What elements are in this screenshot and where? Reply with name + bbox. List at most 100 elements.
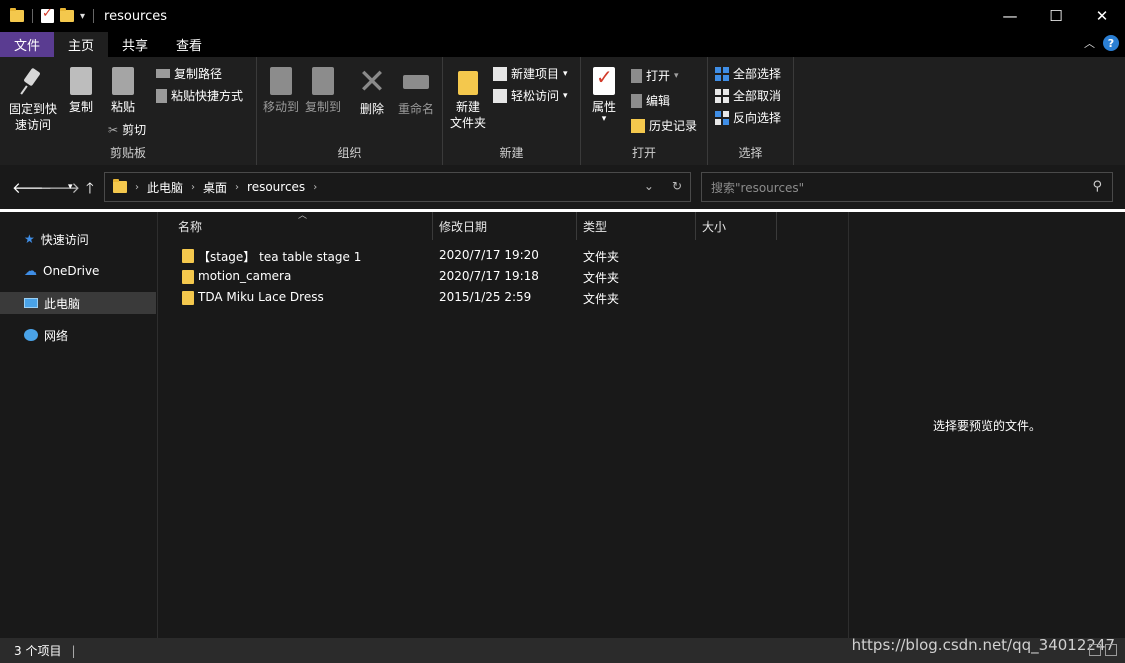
new-item-icon <box>493 66 507 81</box>
sidebar-item-network[interactable]: 网络 <box>0 324 156 346</box>
new-folder-button[interactable]: 新建 文件夹 <box>449 67 487 131</box>
watermark-url: https://blog.csdn.net/qq_34012247 <box>851 636 1115 654</box>
clipboard-group: 固定到快 速访问 复制 粘贴 复制路径 粘贴快捷方式 ✂ 剪切 剪贴板 <box>0 57 257 165</box>
open-label: 打开 <box>646 69 671 83</box>
chevron-down-icon: ▾ <box>563 68 568 79</box>
new-folder-label: 新建 文件夹 <box>449 100 486 130</box>
ribbon: 固定到快 速访问 复制 粘贴 复制路径 粘贴快捷方式 ✂ 剪切 剪贴板 移动到 <box>0 57 1125 165</box>
new-folder-icon[interactable] <box>60 8 74 22</box>
tab-home[interactable]: 主页 <box>54 32 109 57</box>
move-to-button[interactable]: 移动到 <box>261 67 301 115</box>
delete-button[interactable]: ✕ 删除 <box>357 65 387 117</box>
sidebar-item-label: 快速访问 <box>40 232 89 247</box>
large-icons-view-icon[interactable] <box>1105 644 1117 656</box>
column-header-name[interactable]: 名称 <box>172 212 433 240</box>
navigation-pane: ★ 快速访问 ☁ OneDrive 此电脑 网络 <box>0 212 158 638</box>
breadcrumb-desktop[interactable]: 桌面 <box>203 179 227 196</box>
file-type: 文件夹 <box>583 250 620 264</box>
close-button[interactable]: ✕ <box>1079 0 1125 32</box>
address-bar[interactable]: › 此电脑 › 桌面 › resources › ⌄ ↻ <box>104 172 691 202</box>
tab-share[interactable]: 共享 <box>108 32 162 57</box>
select-all-icon <box>715 66 729 81</box>
paste-shortcut-label: 粘贴快捷方式 <box>171 89 244 103</box>
cloud-icon: ☁ <box>24 263 37 279</box>
properties-button[interactable]: 属性 ▾ <box>587 67 621 124</box>
open-button[interactable]: 打开 ▾ <box>631 67 679 84</box>
view-toggle <box>1089 644 1117 656</box>
invert-selection-label: 反向选择 <box>733 111 782 125</box>
select-all-label: 全部选择 <box>733 67 782 81</box>
copy-to-button[interactable]: 复制到 <box>303 67 343 115</box>
column-header-date[interactable]: 修改日期 <box>433 212 577 240</box>
select-group: 全部选择 全部取消 反向选择 选择 <box>708 57 794 165</box>
open-group-label: 打开 <box>631 146 656 160</box>
organize-group-label: 组织 <box>337 146 362 160</box>
ribbon-tabs: 文件 主页 共享 查看 ︿ ? <box>0 32 1125 57</box>
edit-button[interactable]: 编辑 <box>631 92 670 109</box>
paste-icon <box>112 67 134 95</box>
address-history-chevron-icon[interactable]: ⌄ <box>644 179 654 193</box>
customize-toolbar-dropdown-icon[interactable]: ▾ <box>80 11 85 22</box>
search-icon[interactable]: ⚲ <box>1092 179 1102 194</box>
invert-selection-button[interactable]: 反向选择 <box>715 109 781 126</box>
cut-button[interactable]: ✂ 剪切 <box>108 121 146 138</box>
pin-label: 固定到快 速访问 <box>8 102 57 132</box>
sidebar-item-this-pc[interactable]: 此电脑 <box>0 292 156 314</box>
paste-button[interactable]: 粘贴 <box>106 67 140 115</box>
collapse-ribbon-icon[interactable]: ︿ <box>1084 35 1095 51</box>
details-view-icon[interactable] <box>1089 644 1101 656</box>
breadcrumb-resources[interactable]: resources <box>247 180 305 194</box>
help-icon[interactable]: ? <box>1103 35 1119 51</box>
breadcrumb-this-pc[interactable]: 此电脑 <box>147 179 183 196</box>
history-button[interactable]: 历史记录 <box>631 117 697 134</box>
copy-icon <box>70 67 92 95</box>
sidebar-item-label: OneDrive <box>43 264 100 278</box>
tab-view[interactable]: 查看 <box>162 32 216 57</box>
copy-to-icon <box>312 67 334 95</box>
chevron-down-icon: ▾ <box>601 114 607 124</box>
file-list: ︿ 名称 修改日期 类型 大小 【stage】 tea table stage … <box>160 211 848 638</box>
minimize-button[interactable]: — <box>987 0 1033 32</box>
new-item-button[interactable]: 新建项目 ▾ <box>493 65 568 82</box>
properties-icon[interactable] <box>41 6 54 23</box>
column-header-type[interactable]: 类型 <box>577 212 696 240</box>
chevron-right-icon[interactable]: › <box>313 182 317 193</box>
sidebar-item-onedrive[interactable]: ☁ OneDrive <box>0 260 156 282</box>
sidebar-item-label: 此电脑 <box>44 296 81 311</box>
move-to-label: 移动到 <box>262 100 299 114</box>
refresh-icon[interactable]: ↻ <box>672 179 682 193</box>
window-title: resources <box>104 8 168 24</box>
chevron-right-icon[interactable]: › <box>191 182 195 193</box>
easy-access-button[interactable]: 轻松访问 ▾ <box>493 87 568 104</box>
table-row[interactable]: motion_camera 2020/7/17 19:18 文件夹 <box>174 266 794 287</box>
file-name: TDA Miku Lace Dress <box>198 290 324 304</box>
paste-shortcut-button[interactable]: 粘贴快捷方式 <box>156 87 243 104</box>
column-header-size[interactable]: 大小 <box>696 212 777 240</box>
folder-icon <box>182 270 194 284</box>
copy-button[interactable]: 复制 <box>64 67 98 115</box>
sidebar-item-quick-access[interactable]: ★ 快速访问 <box>0 228 156 250</box>
select-none-button[interactable]: 全部取消 <box>715 87 781 104</box>
chevron-right-icon[interactable]: › <box>235 182 239 193</box>
title-bar: ▾ resources — ☐ ✕ <box>0 0 1125 32</box>
rename-button[interactable]: 重命名 <box>395 67 437 117</box>
maximize-button[interactable]: ☐ <box>1033 0 1079 32</box>
forward-arrow-icon[interactable]: 🡒 <box>40 178 80 197</box>
item-count: 3 个项目 <box>14 644 62 658</box>
search-input[interactable]: 搜索"resources" ⚲ <box>701 172 1113 202</box>
divider <box>32 9 33 23</box>
up-arrow-icon[interactable]: 🡑 <box>86 178 94 203</box>
copy-path-label: 复制路径 <box>174 67 223 81</box>
table-row[interactable]: TDA Miku Lace Dress 2015/1/25 2:59 文件夹 <box>174 287 794 308</box>
recent-locations-chevron-icon[interactable]: ▾ <box>68 182 73 192</box>
chevron-right-icon[interactable]: › <box>135 182 139 193</box>
copy-path-button[interactable]: 复制路径 <box>156 65 222 82</box>
properties-label: 属性 <box>591 100 616 114</box>
table-row[interactable]: 【stage】 tea table stage 1 2020/7/17 19:2… <box>174 245 794 266</box>
select-all-button[interactable]: 全部选择 <box>715 65 781 82</box>
sidebar-item-label: 网络 <box>44 328 69 343</box>
new-item-label: 新建项目 <box>511 67 560 81</box>
file-type: 文件夹 <box>583 271 620 285</box>
tab-file[interactable]: 文件 <box>0 32 55 57</box>
pin-quick-access-button[interactable]: 固定到快 速访问 <box>6 67 60 133</box>
